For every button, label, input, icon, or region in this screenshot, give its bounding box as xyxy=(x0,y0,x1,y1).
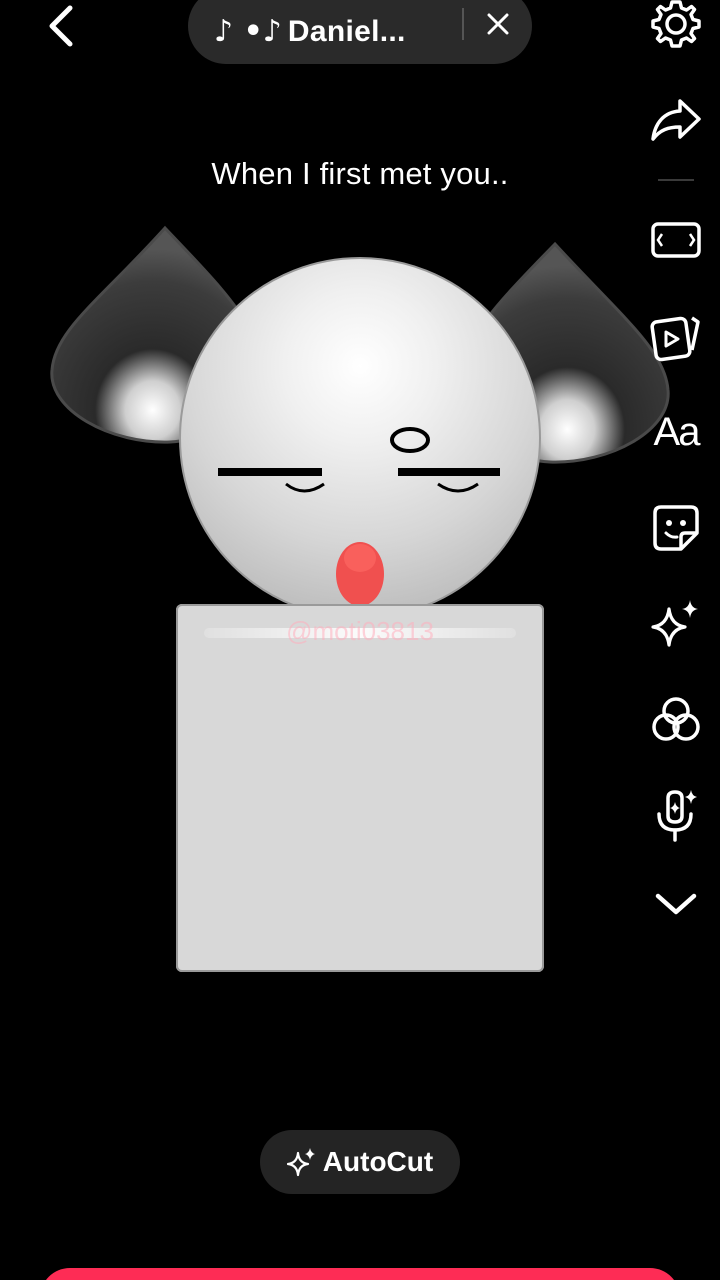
sparkle-icon xyxy=(651,600,698,647)
watermark-text: @moti03813 xyxy=(286,616,434,646)
settings-button[interactable] xyxy=(644,0,708,56)
text-button[interactable]: Aa xyxy=(644,400,708,464)
autocut-button[interactable]: AutoCut xyxy=(260,1130,460,1194)
stickers-button[interactable] xyxy=(644,496,708,560)
video-editor-screen: ♪ •♪ Daniel... When I first met you.. @m… xyxy=(0,0,720,1280)
chevron-down-icon xyxy=(655,893,697,915)
close-icon xyxy=(487,13,509,35)
caption-text[interactable]: When I first met you.. xyxy=(0,156,720,192)
rectangle-frame-icon xyxy=(651,222,701,258)
autocut-label: AutoCut xyxy=(322,1146,434,1177)
templates-button[interactable] xyxy=(644,304,708,368)
sound-selector[interactable]: ♪ •♪ Daniel... xyxy=(188,0,532,64)
toolbar-divider xyxy=(658,179,694,181)
character-head-illustration xyxy=(50,225,670,619)
sparkle-icon xyxy=(286,1148,315,1177)
back-button[interactable] xyxy=(34,0,86,52)
voice-button[interactable] xyxy=(644,784,708,848)
sound-title: Daniel... xyxy=(287,15,406,48)
filters-button[interactable] xyxy=(644,688,708,752)
gear-icon xyxy=(651,0,701,48)
music-note-icon: ♪ •♪ xyxy=(214,14,282,49)
filter-circles-icon xyxy=(652,697,700,741)
sticker-icon xyxy=(653,505,699,551)
more-tools-button[interactable] xyxy=(644,872,708,936)
share-arrow-icon xyxy=(651,99,701,141)
text-aa-icon: Aa xyxy=(653,409,701,454)
video-preview: @moti03813 xyxy=(40,210,680,990)
chevron-left-icon xyxy=(49,5,73,47)
share-button[interactable] xyxy=(644,88,708,152)
pill-divider xyxy=(462,8,464,40)
play-cards-icon xyxy=(650,316,700,362)
effects-button[interactable] xyxy=(644,592,708,656)
editor-toolbar: Aa xyxy=(624,0,720,940)
next-button[interactable] xyxy=(40,1268,680,1280)
aspect-ratio-button[interactable] xyxy=(644,208,708,272)
remove-sound-button[interactable] xyxy=(478,0,518,48)
microphone-sparkle-icon xyxy=(657,790,697,842)
character-body: @moti03813 xyxy=(176,604,544,972)
